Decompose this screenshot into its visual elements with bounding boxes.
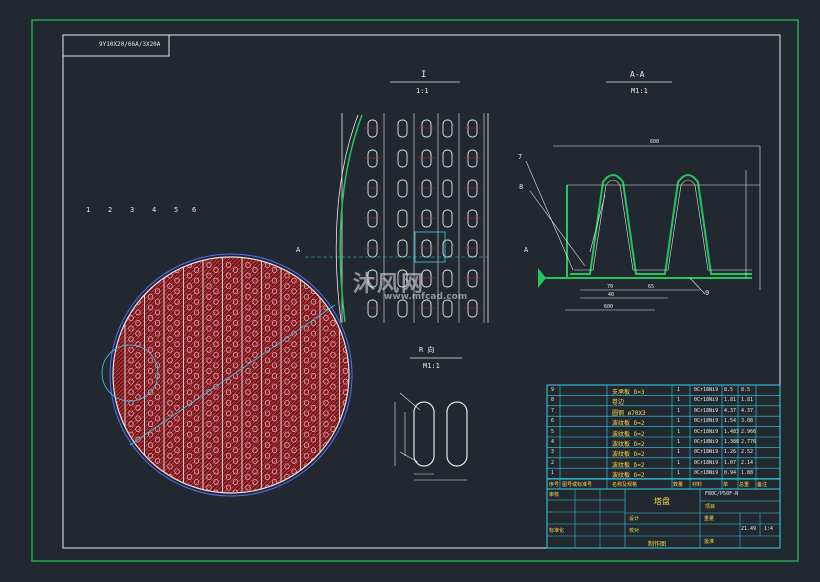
bom-cell: 1 <box>677 428 681 435</box>
bom-cell: 波纹板 δ=2 <box>612 461 645 469</box>
section-mark-right: A <box>524 246 529 254</box>
bom-cell: 4.37 <box>724 407 737 414</box>
bom-cell: 1 <box>677 407 681 414</box>
callout-9: 9 <box>705 289 710 297</box>
bom-cell: 支承板 δ=3 <box>612 389 645 396</box>
tb-project: 项目 <box>705 504 716 510</box>
bom-cell: 波纹板 δ=2 <box>612 472 645 480</box>
bom-cell: 3.08 <box>741 418 754 425</box>
bom-cell: 波纹板 δ=2 <box>612 441 645 448</box>
callout-6: 6 <box>192 206 197 214</box>
bom-cell: 0Cr18Ni9 <box>694 387 719 393</box>
bom-cell: 1.483 <box>724 428 740 435</box>
bom-cell: 1.88 <box>741 470 754 477</box>
bom-header-cell: 图号或标准号 <box>562 481 593 488</box>
tb-review: 审核 <box>549 492 560 498</box>
bom-header-cell: 材料 <box>692 481 703 488</box>
tb-designer: 设计 <box>629 516 640 522</box>
bom-cell: 2.966 <box>741 428 757 435</box>
bom-cell: 4 <box>551 439 555 445</box>
tb-checker: 校对 <box>629 528 640 534</box>
dim-pitch-a: 70 <box>607 284 614 290</box>
bom-cell: 4.37 <box>741 407 754 414</box>
bom-cell: 0Cr18Ni9 <box>694 439 719 445</box>
bom-header-cell: 数量 <box>673 481 684 488</box>
bom-cell: 6 <box>551 418 555 425</box>
tb-weight-label: 重量 <box>704 516 715 522</box>
bom-cell: 1 <box>677 470 681 477</box>
bom-cell: 8 <box>551 397 555 404</box>
bom-cell: 1 <box>677 459 681 466</box>
bom-cell: 0.94 <box>724 470 737 477</box>
bom-cell: 1 <box>677 418 681 425</box>
callout-2: 2 <box>108 206 113 214</box>
bom-cell: 1.81 <box>724 397 737 404</box>
section-aa-scale: M1:1 <box>631 87 648 95</box>
section-mark-left: A <box>296 246 301 254</box>
cad-drawing: 9Y10X20/66A/3X20A I 1:1 A-A M1:1 A A R 向… <box>0 0 820 578</box>
bom-cell: 波纹板 δ=2 <box>612 430 645 438</box>
bom-cell: 0Cr18Ni9 <box>694 470 719 477</box>
tb-drawing-name: 塔盘 <box>654 497 670 506</box>
bom-cell: 2.52 <box>741 449 754 456</box>
bom-cell: 8.5 <box>741 387 751 393</box>
dim-spacing: 40 <box>608 292 615 298</box>
bom-header-cell: 备注 <box>757 481 768 488</box>
dim-pitch-b: 65 <box>648 284 655 290</box>
detail-r-label: R 向 <box>419 346 435 354</box>
bom-cell: 0Cr18Ni9 <box>694 459 719 466</box>
bom-cell: 2.776 <box>741 439 757 445</box>
bom-header-cell: 总重 <box>739 481 750 488</box>
bom-header-cell: 名称及规格 <box>612 481 638 488</box>
bom-cell: 波纹板 δ=2 <box>612 451 645 459</box>
bom-cell: 1.388 <box>724 439 740 445</box>
bom-cell: 波纹板 δ=2 <box>612 420 645 428</box>
bom-cell: 9 <box>551 387 555 393</box>
tb-approve: 批准 <box>704 539 715 545</box>
dim-top: 600 <box>650 139 660 145</box>
tb-weight: 21.49 <box>741 526 757 532</box>
callout-7: 7 <box>518 153 523 161</box>
bom-cell: 卷边 <box>612 399 625 407</box>
bom-cell: 8.5 <box>724 387 734 393</box>
bom-cell: 1.81 <box>741 397 754 404</box>
bom-header-cell: 单 <box>723 481 729 488</box>
callout-3: 3 <box>130 206 135 214</box>
tb-standard: 标准化 <box>549 528 565 534</box>
tb-bottom-title: 制作图 <box>648 541 667 548</box>
callout-4: 4 <box>152 206 157 214</box>
bom-cell: 0Cr18Ni9 <box>694 407 719 414</box>
section-aa-label: A-A <box>630 70 645 79</box>
bom-cell: 1.07 <box>724 459 737 466</box>
callout-5: 5 <box>174 206 179 214</box>
dim-width: 600 <box>604 304 614 310</box>
callout-8: 8 <box>519 183 524 191</box>
bom-cell: 1 <box>677 387 681 393</box>
bom-cell: 0Cr18Ni9 <box>694 418 719 425</box>
bom-cell: 2.14 <box>741 459 754 466</box>
tb-scale: 1:4 <box>764 526 774 532</box>
bom-cell: 7 <box>551 407 555 414</box>
callout-1: 1 <box>86 206 91 214</box>
detail-r-scale: M1:1 <box>423 362 440 370</box>
detail-i-scale: 1:1 <box>416 87 429 95</box>
bom-cell: 1.54 <box>724 418 737 425</box>
detail-i-label: I <box>421 70 427 80</box>
bom-cell: 2 <box>551 459 555 466</box>
bom-cell: 1 <box>677 397 681 404</box>
bom-cell: 3 <box>551 449 555 456</box>
tb-code: F80C/P50F-N <box>705 491 739 497</box>
bom-cell: 1 <box>551 470 555 477</box>
bom-cell: 1 <box>677 439 681 445</box>
bom-cell: 5 <box>551 428 555 435</box>
bom-cell: 0Cr18Ni9 <box>694 449 719 456</box>
bom-cell: 1 <box>677 449 681 456</box>
bom-cell: 0Cr18Ni9 <box>694 397 719 404</box>
bom-cell: 圆钢 ø70X3 <box>612 409 646 417</box>
bom-header-cell: 序号 <box>549 481 560 488</box>
drawing-code: 9Y10X20/66A/3X20A <box>99 41 161 48</box>
bom-cell: 1.26 <box>724 449 737 456</box>
bom-cell: 0Cr18Ni9 <box>694 428 719 435</box>
watermark-url: www.mfcad.com <box>384 292 468 302</box>
